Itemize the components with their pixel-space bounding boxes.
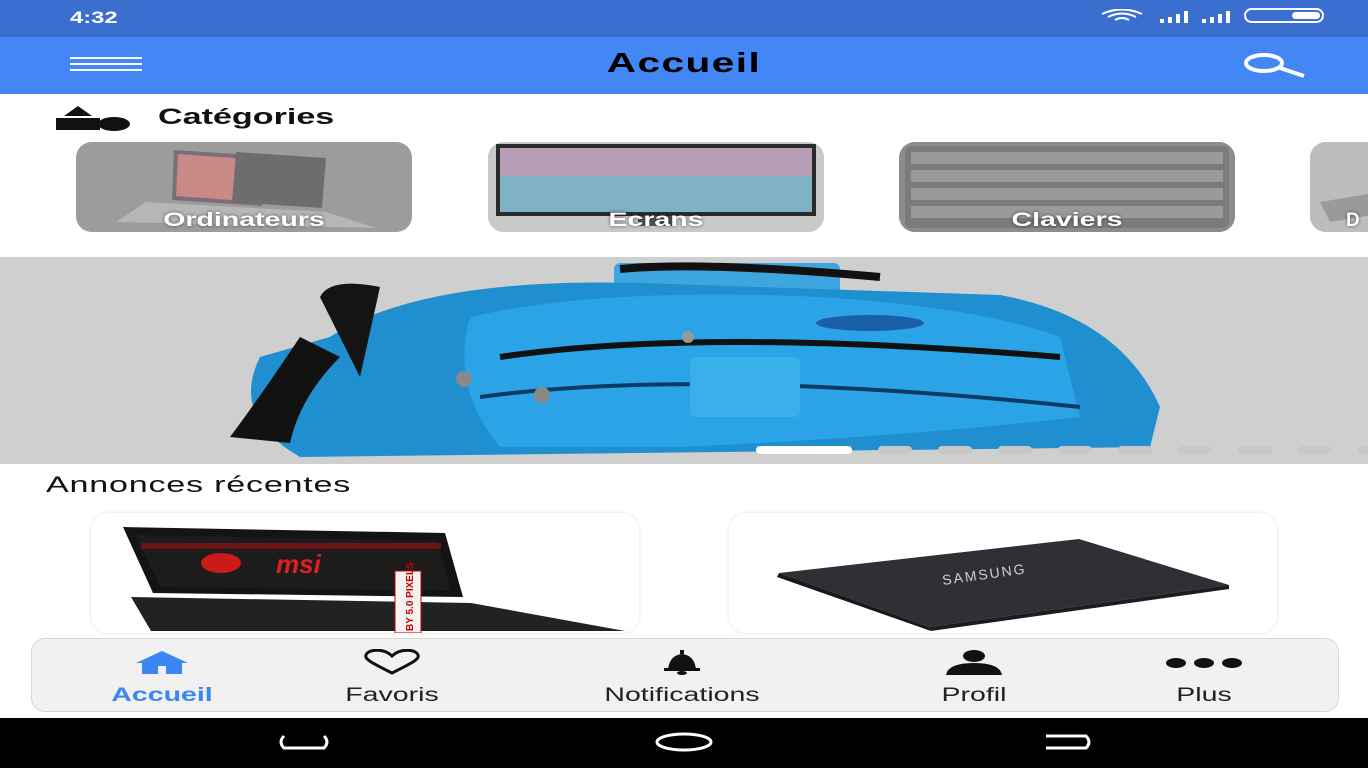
msi-laptop-image: msi BY 5.0 PIXELS (91, 513, 639, 633)
wifi-icon (1101, 8, 1143, 21)
nav-accueil[interactable]: Accueil (72, 639, 252, 711)
nav-profil[interactable]: Profil (884, 639, 1064, 711)
ad-brand: msi (276, 549, 322, 579)
carousel-dot[interactable] (1178, 446, 1212, 454)
carousel-dot[interactable] (998, 446, 1032, 454)
category-card-ordinateurs[interactable]: Ordinateurs (76, 142, 412, 232)
recent-apps-icon[interactable] (276, 732, 332, 752)
categories-title: Catégories (158, 104, 335, 129)
search-icon[interactable] (1242, 52, 1308, 78)
nav-label: Notifications (604, 685, 760, 706)
carousel-dot[interactable] (1298, 446, 1332, 454)
signal-icon-2 (1202, 9, 1230, 23)
page-title: Accueil (606, 47, 762, 78)
ad-card-laptop[interactable]: msi BY 5.0 PIXELS (91, 513, 639, 633)
shapes-icon (56, 106, 130, 131)
status-time: 4:32 (70, 8, 118, 27)
category-card-partial[interactable]: D (1310, 142, 1368, 232)
back-icon[interactable] (1038, 732, 1094, 752)
signal-icon (1160, 9, 1188, 23)
carousel-dot[interactable] (1058, 446, 1092, 454)
bell-icon (664, 650, 700, 675)
category-card-ecrans[interactable]: Ecrans (488, 142, 824, 232)
category-label: D (1346, 210, 1360, 231)
category-label: Ecrans (608, 210, 704, 231)
heart-icon (364, 649, 420, 675)
more-icon (1166, 658, 1242, 668)
nav-label: Plus (1176, 685, 1232, 706)
person-icon (946, 650, 1002, 675)
carousel-dot[interactable] (1238, 446, 1272, 454)
home-button-icon[interactable] (654, 732, 714, 752)
ad-card-ssd[interactable]: SAMSUNG (729, 513, 1277, 633)
recent-ads-title: Annonces récentes (46, 472, 352, 497)
battery-icon (1244, 8, 1324, 23)
carousel-dots (756, 446, 1368, 454)
status-bar: 4:32 (0, 0, 1368, 37)
system-nav-bar (0, 718, 1368, 768)
promo-banner[interactable] (0, 257, 1368, 464)
carousel-dot[interactable] (938, 446, 972, 454)
nav-favoris[interactable]: Favoris (302, 639, 482, 711)
app-bar: Accueil (0, 37, 1368, 94)
backpack-image (0, 257, 1368, 464)
category-card-claviers[interactable]: Claviers (899, 142, 1235, 232)
carousel-dot[interactable] (1118, 446, 1152, 454)
category-label: Ordinateurs (163, 210, 325, 231)
carousel-dot[interactable] (756, 446, 852, 454)
nav-plus[interactable]: Plus (1114, 639, 1294, 711)
ad-sticker: BY 5.0 PIXELS (405, 562, 416, 631)
home-icon (136, 651, 188, 674)
bottom-nav: Accueil Favoris Notifications Profil Plu… (31, 638, 1339, 712)
category-label: Claviers (1011, 210, 1123, 231)
carousel-dot[interactable] (878, 446, 912, 454)
samsung-ssd-image: SAMSUNG (729, 513, 1277, 633)
nav-notifications[interactable]: Notifications (562, 639, 802, 711)
carousel-dot[interactable] (1358, 446, 1368, 454)
status-icons (1098, 8, 1324, 23)
nav-label: Favoris (345, 685, 439, 706)
